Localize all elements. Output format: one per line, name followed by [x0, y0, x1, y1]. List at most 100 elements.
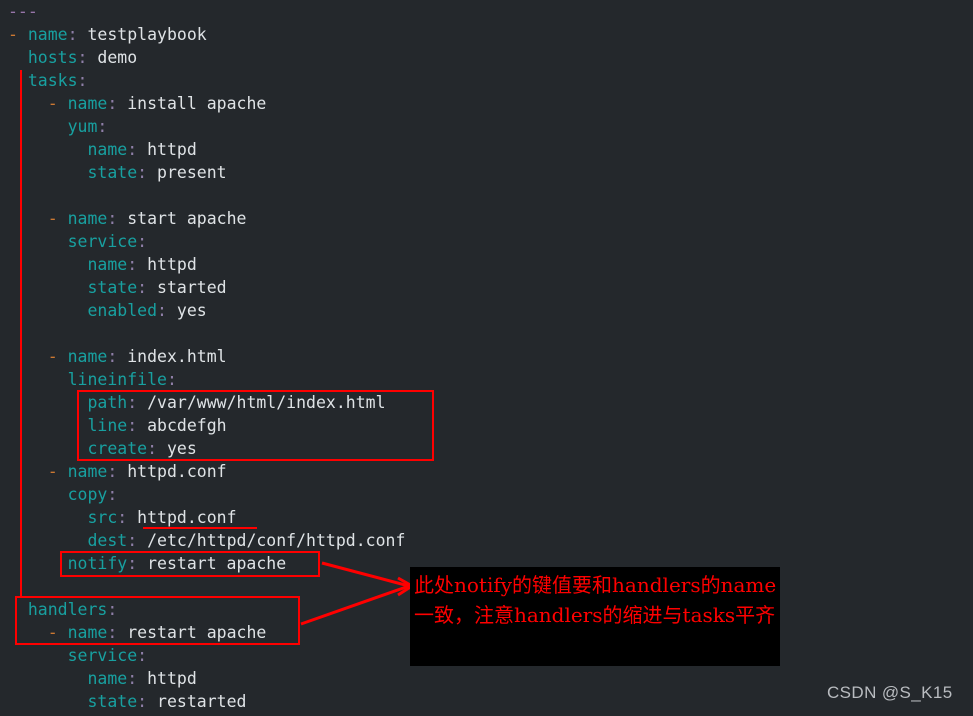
yaml-value: testplaybook [77, 25, 207, 44]
code-screenshot: --- - name: testplaybook hosts: demo task… [0, 0, 973, 716]
list-dash: - [47, 209, 68, 228]
yaml-key: copy [67, 485, 108, 504]
yaml-key: state [87, 278, 138, 297]
code-line: - name: testplaybook [0, 23, 973, 46]
yaml-value: demo [87, 48, 138, 67]
yaml-colon: : [127, 140, 138, 159]
list-dash: - [47, 462, 68, 481]
code-line: create: yes [0, 437, 973, 460]
yaml-key: name [67, 94, 108, 113]
yaml-key: hosts [27, 48, 78, 67]
yaml-colon: : [97, 117, 108, 136]
yaml-colon: : [127, 416, 138, 435]
code-line: name: httpd [0, 253, 973, 276]
yaml-colon: : [67, 25, 78, 44]
yaml-key: name [87, 140, 128, 159]
yaml-value: yes [157, 439, 197, 458]
yaml-value: httpd [137, 140, 197, 159]
list-dash: - [8, 25, 28, 44]
yaml-key: tasks [27, 71, 78, 90]
yaml-key: state [87, 692, 138, 711]
yaml-colon: : [137, 163, 148, 182]
yaml-colon: : [127, 393, 138, 412]
yaml-key: name [67, 209, 108, 228]
yaml-colon: : [147, 439, 158, 458]
list-dash: - [47, 623, 68, 642]
list-dash: - [47, 347, 68, 366]
annotation-note-box: 此处notify的键值要和handlers的name一致，注意handlers的… [410, 567, 780, 666]
yaml-key: create [87, 439, 148, 458]
yaml-value: /var/www/html/index.html [137, 393, 386, 412]
code-line: state: present [0, 161, 973, 184]
yaml-colon: : [127, 554, 138, 573]
yaml-value: abcdefgh [137, 416, 227, 435]
yaml-colon: : [77, 48, 88, 67]
yaml-value: yes [166, 301, 207, 320]
code-line: --- [0, 0, 973, 23]
yaml-value: restart apache [117, 623, 267, 642]
code-line: name: httpd [0, 138, 973, 161]
yaml-key: src [87, 508, 118, 527]
yaml-key: dest [87, 531, 128, 550]
yaml-colon: : [137, 646, 148, 665]
yaml-key: yum [67, 117, 98, 136]
yaml-value: restart apache [137, 554, 287, 573]
code-line: yum: [0, 115, 973, 138]
code-line: - name: start apache [0, 207, 973, 230]
code-line: - name: install apache [0, 92, 973, 115]
yaml-colon: : [127, 255, 138, 274]
yaml-value: /etc/httpd/conf/httpd.conf [137, 531, 406, 550]
yaml-value: start apache [117, 209, 247, 228]
yaml-key: service [67, 646, 138, 665]
code-line: hosts: demo [0, 46, 973, 69]
yaml-value: restarted [147, 692, 247, 711]
yaml-colon: : [137, 232, 148, 251]
code-line: tasks: [0, 69, 973, 92]
yaml-key: name [67, 462, 108, 481]
yaml-value: present [147, 163, 227, 182]
yaml-colon: : [166, 370, 177, 389]
yaml-value: index.html [117, 347, 227, 366]
yaml-key: notify [67, 554, 128, 573]
yaml-key: name [67, 623, 108, 642]
code-line: enabled: yes [0, 299, 973, 322]
yaml-doc-start: --- [8, 2, 38, 21]
yaml-key: enabled [87, 301, 158, 320]
csdn-watermark: CSDN @S_K15 [827, 683, 953, 702]
code-line: dest: /etc/httpd/conf/httpd.conf [0, 529, 973, 552]
yaml-value: started [147, 278, 227, 297]
yaml-key: lineinfile [67, 370, 167, 389]
annotation-note-text: 此处notify的键值要和handlers的name一致，注意handlers的… [414, 573, 777, 627]
yaml-colon: : [107, 94, 118, 113]
code-line: - name: httpd.conf [0, 460, 973, 483]
code-line: - name: index.html [0, 345, 973, 368]
yaml-key: state [87, 163, 138, 182]
yaml-value: install apache [117, 94, 267, 113]
yaml-colon: : [127, 669, 138, 688]
yaml-value: httpd.conf [117, 462, 227, 481]
code-line: state: started [0, 276, 973, 299]
yaml-key: name [87, 669, 128, 688]
code-line: src: httpd.conf [0, 506, 973, 529]
yaml-colon: : [137, 692, 148, 711]
yaml-colon: : [107, 209, 118, 228]
code-line: service: [0, 230, 973, 253]
